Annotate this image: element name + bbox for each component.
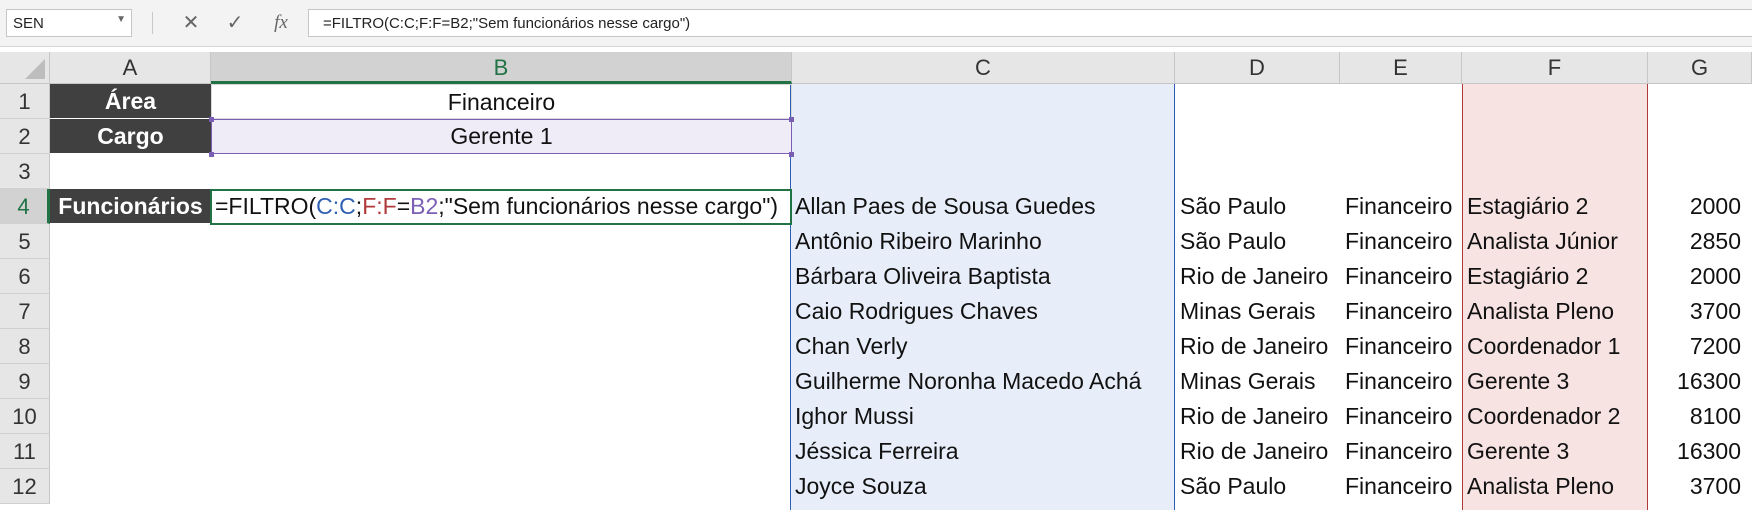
cell-b1-area-value[interactable]: Financeiro (211, 84, 792, 119)
range-handle[interactable] (209, 117, 214, 122)
cell-salary[interactable]: 2000 (1648, 259, 1746, 294)
select-all-button[interactable] (0, 52, 50, 84)
cell-a1-area-label[interactable]: Área (50, 84, 211, 119)
formula-ref-b2: B2 (410, 193, 439, 219)
row-header-10[interactable]: 10 (0, 399, 50, 434)
select-all-triangle-icon (25, 59, 45, 79)
cell-name[interactable]: Bárbara Oliveira Baptista (790, 259, 1056, 294)
cell-role[interactable]: Gerente 3 (1462, 434, 1574, 469)
column-header-f[interactable]: F (1462, 52, 1648, 84)
enter-icon[interactable]: ✓ (220, 9, 250, 37)
cell-role[interactable]: Analista Pleno (1462, 294, 1619, 329)
row-header-7[interactable]: 7 (0, 294, 50, 329)
range-handle[interactable] (789, 117, 794, 122)
cell-role[interactable]: Analista Pleno (1462, 469, 1619, 504)
insert-function-icon[interactable]: fx (266, 9, 296, 37)
cell-state[interactable]: São Paulo (1175, 469, 1291, 504)
cell-salary[interactable]: 2850 (1648, 224, 1746, 259)
cell-state[interactable]: Minas Gerais (1175, 294, 1320, 329)
cell-state[interactable]: São Paulo (1175, 189, 1291, 224)
cell-state[interactable]: São Paulo (1175, 224, 1291, 259)
cell-name[interactable]: Ighor Mussi (790, 399, 919, 434)
column-header-d[interactable]: D (1175, 52, 1340, 84)
cell-area[interactable]: Financeiro (1340, 224, 1457, 259)
cell-b2-cargo-value[interactable]: Gerente 1 (211, 119, 792, 154)
cell-salary[interactable]: 8100 (1648, 399, 1746, 434)
formula-input[interactable]: =FILTRO(C:C;F:F=B2;"Sem funcionários nes… (308, 9, 1752, 37)
cell-name[interactable]: Allan Paes de Sousa Guedes (790, 189, 1100, 224)
formula-ref-c: C:C (316, 193, 356, 219)
cell-area[interactable]: Financeiro (1340, 259, 1457, 294)
cell-role[interactable]: Estagiário 2 (1462, 259, 1593, 294)
cell-role[interactable]: Estagiário 2 (1462, 189, 1593, 224)
cell-salary[interactable]: 3700 (1648, 469, 1746, 504)
cell-name[interactable]: Joyce Souza (790, 469, 932, 504)
row-header-12[interactable]: 12 (0, 469, 50, 504)
cell-salary[interactable]: 3700 (1648, 294, 1746, 329)
cell-name[interactable]: Guilherme Noronha Macedo Achá (790, 364, 1146, 399)
cell-state[interactable]: Rio de Janeiro (1175, 434, 1333, 469)
row-header-6[interactable]: 6 (0, 259, 50, 294)
cell-area[interactable]: Financeiro (1340, 469, 1457, 504)
cell-salary[interactable]: 16300 (1648, 364, 1746, 399)
cell-b4-formula-edit[interactable]: =FILTRO(C:C;F:F=B2;"Sem funcionários nes… (211, 189, 811, 224)
name-box[interactable]: SEN ▼ (6, 9, 132, 37)
column-header-e[interactable]: E (1340, 52, 1462, 84)
cell-role[interactable]: Coordenador 2 (1462, 399, 1625, 434)
column-header-a[interactable]: A (50, 52, 211, 84)
column-header-g[interactable]: G (1648, 52, 1752, 84)
range-handle[interactable] (209, 152, 214, 157)
formula-bar: SEN ▼ ✕ ✓ fx =FILTRO(C:C;F:F=B2;"Sem fun… (0, 0, 1752, 47)
cell-name[interactable]: Jéssica Ferreira (790, 434, 964, 469)
name-box-value: SEN (13, 15, 44, 32)
row-header-2[interactable]: 2 (0, 119, 50, 154)
cell-state[interactable]: Rio de Janeiro (1175, 329, 1333, 364)
cell-a4-funcionarios-label[interactable]: Funcionários (50, 189, 211, 224)
cell-area[interactable]: Financeiro (1340, 434, 1457, 469)
cell-state[interactable]: Rio de Janeiro (1175, 399, 1333, 434)
row-header-11[interactable]: 11 (0, 434, 50, 469)
cell-name[interactable]: Antônio Ribeiro Marinho (790, 224, 1047, 259)
column-header-b[interactable]: B (211, 52, 792, 84)
formula-text: =FILTRO(C:C;F:F=B2;"Sem funcionários nes… (323, 15, 691, 32)
cell-salary[interactable]: 16300 (1648, 434, 1746, 469)
cell-salary[interactable]: 2000 (1648, 189, 1746, 224)
row-header-4[interactable]: 4 (0, 189, 50, 224)
cell-area[interactable]: Financeiro (1340, 294, 1457, 329)
formula-prefix: =FILTRO( (215, 193, 317, 219)
row-header-8[interactable]: 8 (0, 329, 50, 364)
row-header-3[interactable]: 3 (0, 154, 50, 189)
cell-role[interactable]: Coordenador 1 (1462, 329, 1625, 364)
row-header-1[interactable]: 1 (0, 84, 50, 119)
cell-a2-cargo-label[interactable]: Cargo (50, 119, 211, 154)
formula-bar-divider (152, 12, 153, 34)
cell-area[interactable]: Financeiro (1340, 364, 1457, 399)
chevron-down-icon[interactable]: ▼ (116, 14, 126, 25)
row-header-5[interactable]: 5 (0, 224, 50, 259)
cell-salary[interactable]: 7200 (1648, 329, 1746, 364)
cell-area[interactable]: Financeiro (1340, 329, 1457, 364)
cell-role[interactable]: Analista Júnior (1462, 224, 1623, 259)
range-handle[interactable] (789, 152, 794, 157)
cancel-icon[interactable]: ✕ (176, 9, 206, 37)
cell-name[interactable]: Chan Verly (790, 329, 913, 364)
worksheet-grid[interactable]: A B C D E F G 1 2 3 4 5 6 7 8 9 10 11 12… (0, 52, 1752, 510)
cell-area[interactable]: Financeiro (1340, 399, 1457, 434)
column-header-c[interactable]: C (792, 52, 1175, 84)
cell-name[interactable]: Caio Rodrigues Chaves (790, 294, 1043, 329)
cell-role[interactable]: Gerente 3 (1462, 364, 1574, 399)
cell-state[interactable]: Minas Gerais (1175, 364, 1320, 399)
formula-ref-f: F:F (362, 193, 397, 219)
cell-state[interactable]: Rio de Janeiro (1175, 259, 1333, 294)
formula-equals: = (396, 193, 411, 219)
cell-area[interactable]: Financeiro (1340, 189, 1457, 224)
row-header-9[interactable]: 9 (0, 364, 50, 399)
formula-suffix: ;"Sem funcionários nesse cargo") (438, 193, 779, 219)
